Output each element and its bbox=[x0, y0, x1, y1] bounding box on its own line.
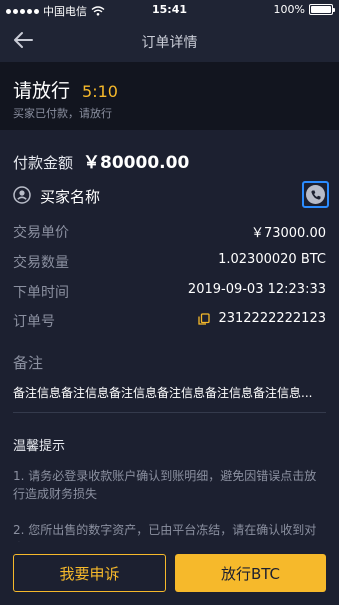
payment-amount-value: ￥80000.00 bbox=[83, 153, 190, 173]
tip-item: 1. 请务必登录收款账户确认到账明细，避免因错误点击放行造成财务损失 bbox=[13, 469, 317, 501]
order-status-title: 请放行 bbox=[13, 80, 71, 102]
detail-value: ￥73000.00 bbox=[251, 222, 326, 241]
detail-label: 下单时间 bbox=[13, 285, 69, 301]
remark-text: 备注信息备注信息备注信息备注信息备注信息备注信息... bbox=[13, 386, 313, 400]
nav-bar: 订单详情 bbox=[0, 20, 339, 62]
divider bbox=[13, 412, 326, 413]
buyer-row: 买家名称 bbox=[13, 181, 329, 208]
order-time-value: 2019-09-03 12:23:33 bbox=[187, 282, 326, 297]
order-status-subtitle: 买家已付款，请放行 bbox=[13, 107, 112, 120]
detail-value: 2019-09-03 12:23:33 bbox=[188, 282, 326, 297]
release-btc-button[interactable]: 放行BTC bbox=[175, 554, 326, 592]
detail-row-order-number: 订单号 2312222222123 bbox=[13, 311, 326, 331]
detail-value: 1.02300020 BTC bbox=[218, 252, 326, 267]
phone-icon bbox=[306, 185, 325, 204]
quantity-value: 1.02300020 BTC bbox=[218, 252, 326, 267]
order-number-value: 2312222222123 bbox=[218, 311, 326, 326]
detail-value: 2312222222123 bbox=[198, 311, 326, 326]
unit-price-value: ￥73000.00 bbox=[250, 226, 326, 241]
status-bar: 中国电信 15:41 100% bbox=[0, 0, 339, 20]
buyer-name: 买家名称 bbox=[40, 188, 101, 206]
detail-row-unit-price: 交易单价 ￥73000.00 bbox=[13, 222, 326, 242]
remark-title: 备注 bbox=[13, 354, 44, 372]
payment-amount-label: 付款金额 bbox=[13, 154, 74, 172]
battery-percent: 100% bbox=[273, 3, 305, 16]
detail-row-quantity: 交易数量 1.02300020 BTC bbox=[13, 252, 326, 272]
page-title: 订单详情 bbox=[141, 35, 198, 51]
detail-label: 交易单价 bbox=[13, 225, 69, 241]
detail-label: 交易数量 bbox=[13, 255, 69, 271]
call-buyer-button[interactable] bbox=[302, 181, 329, 208]
complain-button[interactable]: 我要申诉 bbox=[13, 554, 166, 592]
detail-label: 订单号 bbox=[13, 314, 55, 330]
status-right: 100% bbox=[273, 3, 335, 16]
user-circle-icon bbox=[13, 186, 31, 204]
payment-amount-row: 付款金额 ￥80000.00 bbox=[13, 148, 189, 173]
bottom-action-bar: 我要申诉 放行BTC bbox=[0, 542, 339, 605]
order-status-main: 请放行 5:10 bbox=[13, 76, 118, 103]
tips-title: 温馨提示 bbox=[13, 439, 66, 454]
copy-icon[interactable] bbox=[198, 312, 211, 325]
battery-icon bbox=[309, 4, 335, 15]
order-status-section: 请放行 5:10 买家已付款，请放行 bbox=[0, 62, 339, 130]
countdown-timer: 5:10 bbox=[82, 82, 118, 101]
detail-row-order-time: 下单时间 2019-09-03 12:23:33 bbox=[13, 282, 326, 302]
